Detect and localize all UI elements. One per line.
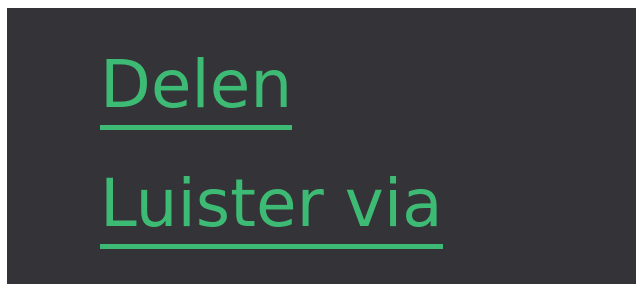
- share-link[interactable]: Delen: [100, 52, 293, 130]
- listen-via-link[interactable]: Luister via: [100, 171, 443, 249]
- screenshot-frame: Delen Luister via: [0, 0, 636, 291]
- links-panel: Delen Luister via: [7, 8, 636, 284]
